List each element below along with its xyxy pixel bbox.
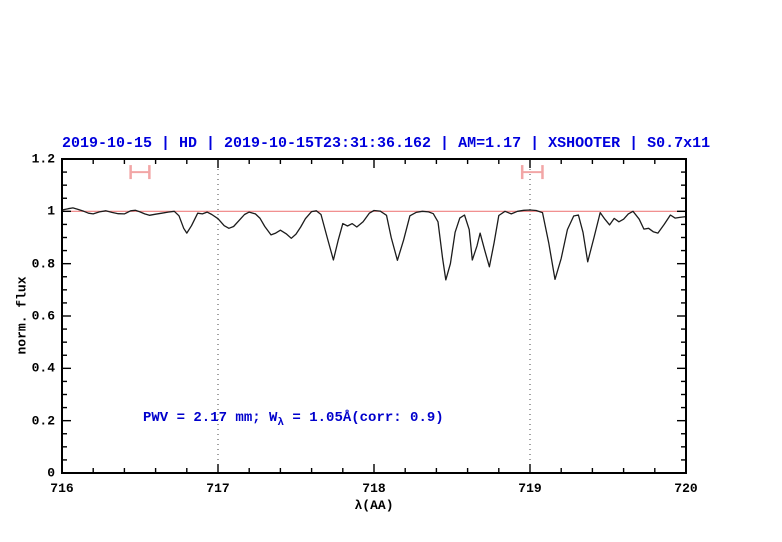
y-tick-label-1.2: 1.2 xyxy=(31,151,55,167)
y-axis-label: norm. flux xyxy=(14,276,30,355)
x-tick-label-719: 719 xyxy=(518,481,542,496)
x-tick-label-716: 716 xyxy=(50,481,74,496)
x-tick-label-720: 720 xyxy=(674,481,698,496)
y-tick-label-0.8: 0.8 xyxy=(31,256,55,272)
y-tick-label-1: 1 xyxy=(47,203,55,219)
x-tick-label-718: 718 xyxy=(362,481,386,496)
y-tick-label-0.6: 0.6 xyxy=(31,308,55,324)
pwv-annotation-prefix: PWV = 2.17 mm; W xyxy=(143,410,278,426)
x-axis-label: λ(AA) xyxy=(354,498,394,513)
x-tick-label-717: 717 xyxy=(206,481,230,496)
spectrum-line xyxy=(61,207,687,281)
y-tick-label-0.4: 0.4 xyxy=(31,360,55,376)
pwv-annotation-suffix: = 1.05Å(corr: 0.9) xyxy=(284,410,444,426)
y-tick-label-0.2: 0.2 xyxy=(31,413,55,429)
y-tick-label-0: 0 xyxy=(47,465,55,481)
pwv-annotation: PWV = 2.17 mm; Wλ = 1.05Å(corr: 0.9) xyxy=(143,410,444,429)
spectrum-plot xyxy=(61,158,687,474)
spectrum-figure: 2019-10-15 | HD | 2019-10-15T23:31:36.16… xyxy=(0,0,782,542)
